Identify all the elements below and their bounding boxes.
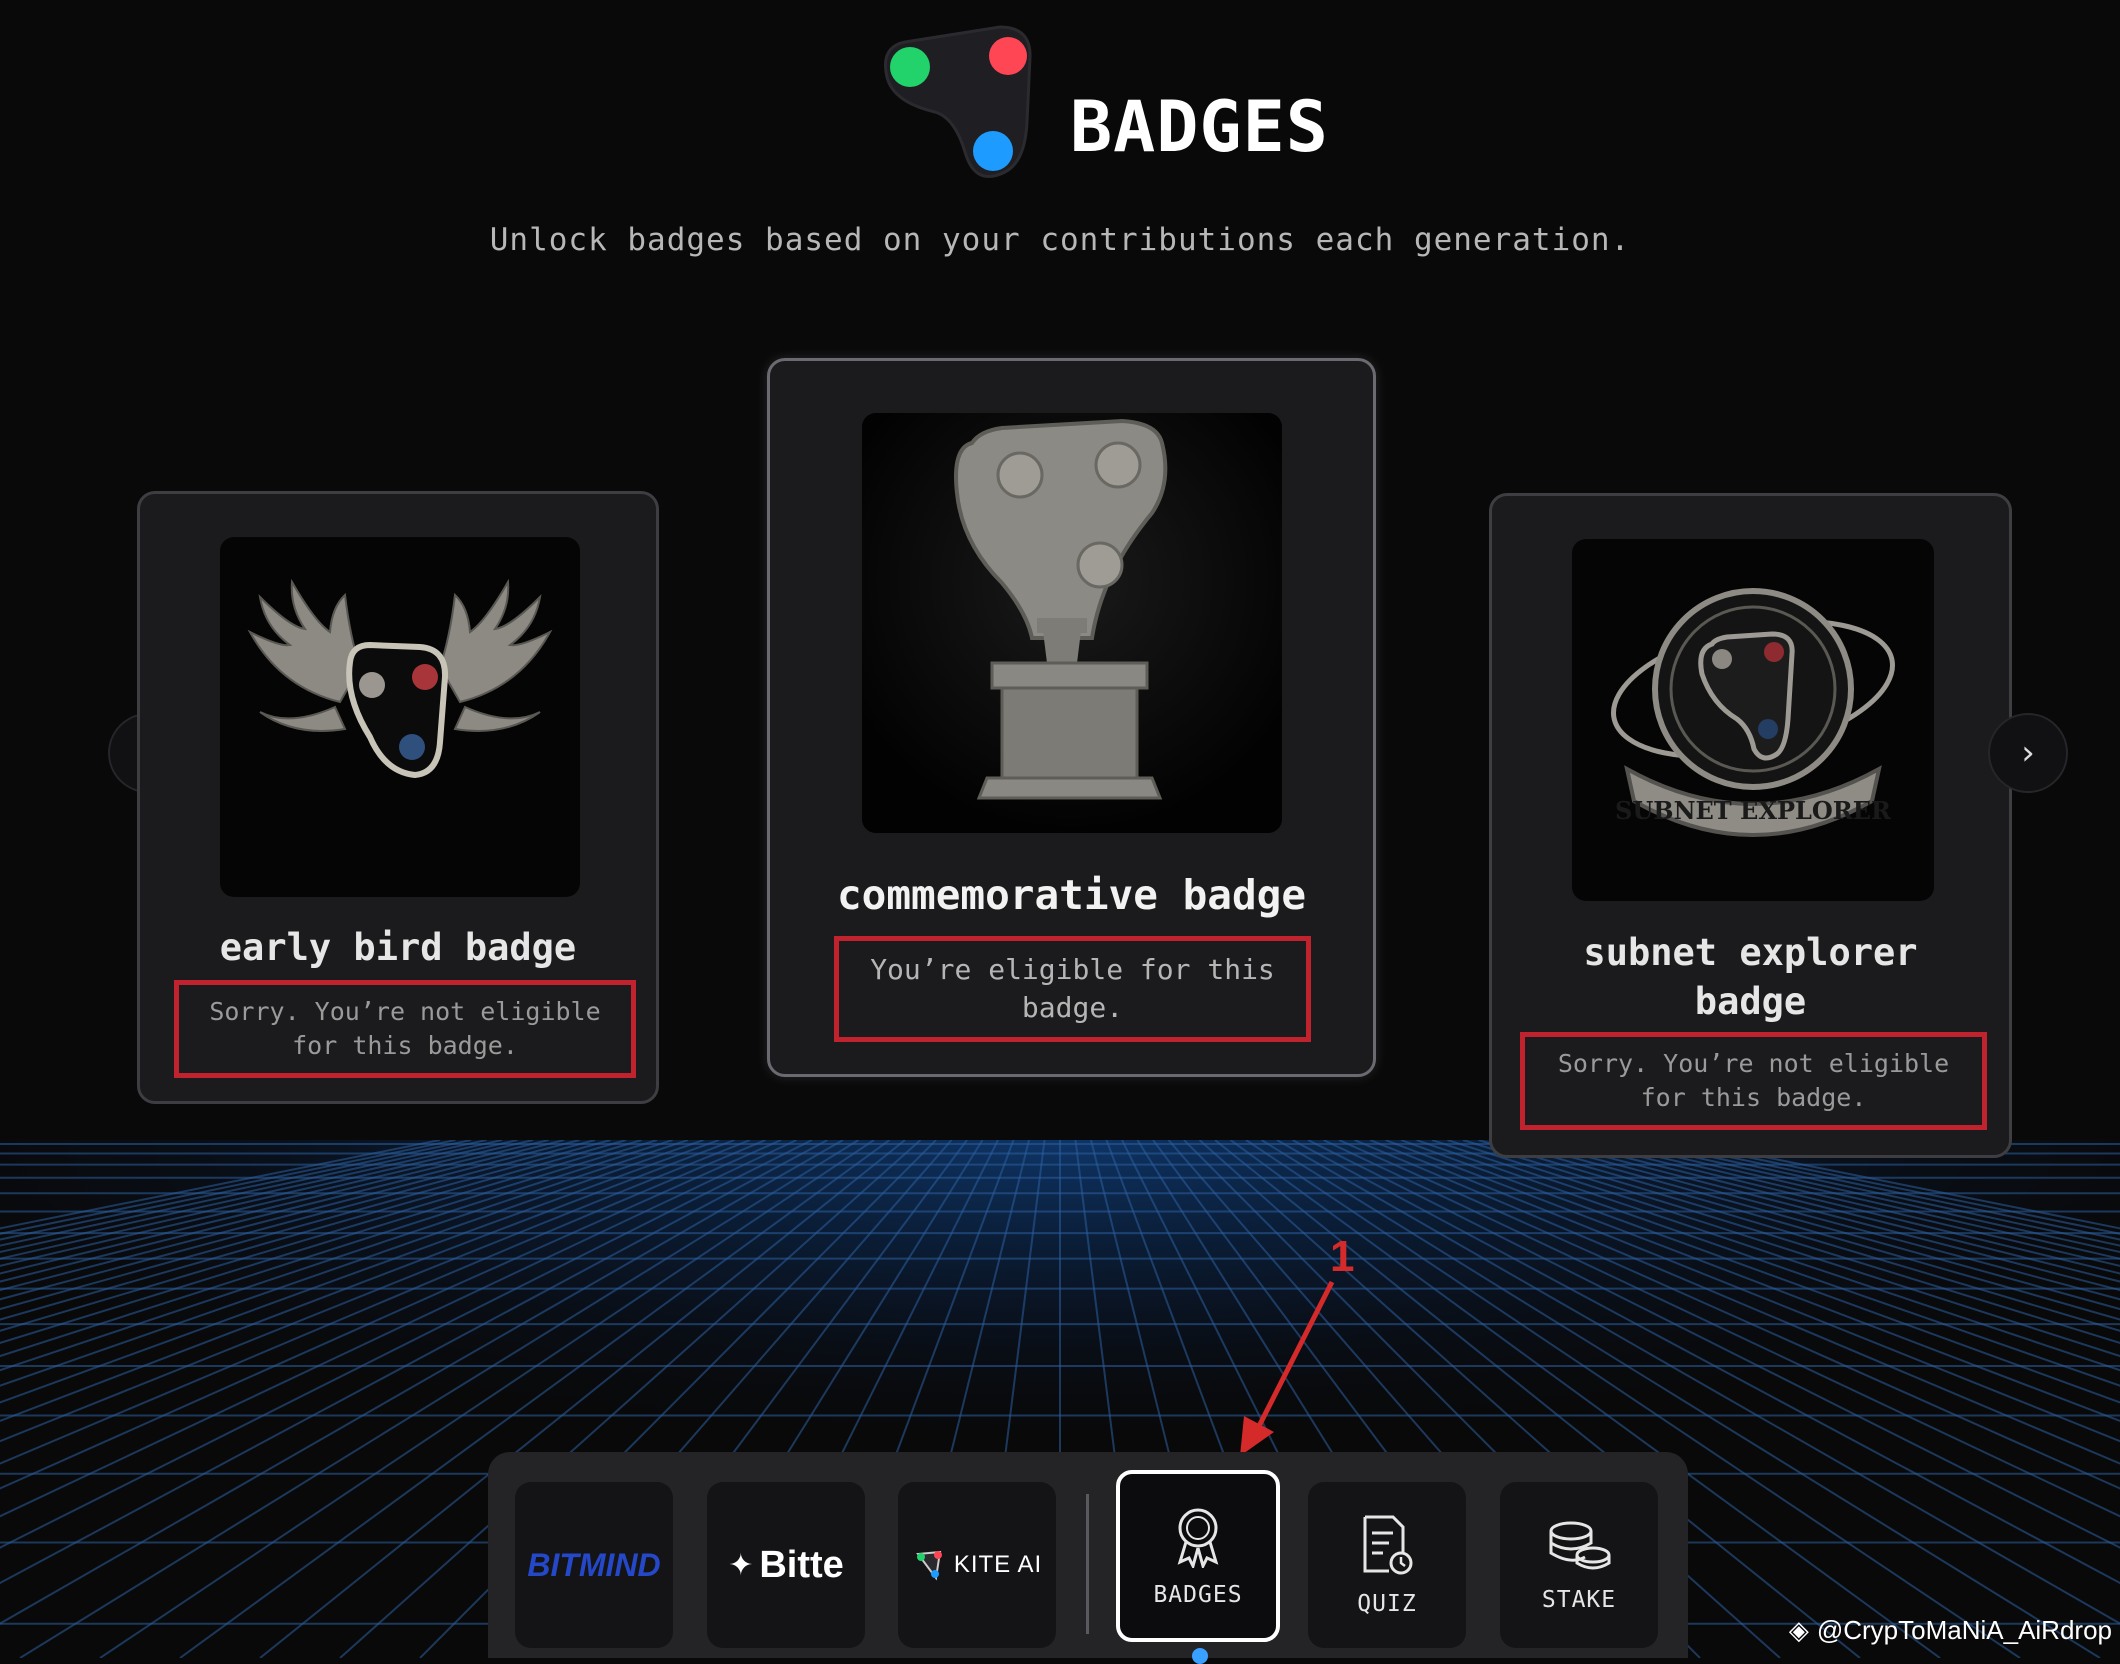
badge-card-subnet-explorer[interactable]: SUBNET EXPLORER subnet explorer badge So… — [1489, 493, 2012, 1158]
winged-badge-icon — [220, 537, 580, 897]
dock-item-badges[interactable]: BADGES — [1116, 1470, 1280, 1642]
page-subtitle: Unlock badges based on your contribution… — [0, 222, 2120, 258]
eligibility-message: You’re eligible for this badge. — [834, 936, 1311, 1042]
subnet-explorer-emblem-icon: SUBNET EXPLORER — [1572, 539, 1934, 901]
carousel-next-button[interactable]: › — [1988, 713, 2068, 793]
emblem-text: SUBNET EXPLORER — [1615, 796, 1892, 825]
active-indicator-dot — [1192, 1648, 1208, 1664]
dock-item-stake[interactable]: STAKE — [1500, 1482, 1658, 1648]
watermark: ◈ @CrypToMaNiA_AiRdrop — [1789, 1615, 2112, 1646]
tri-dot-logo-icon — [875, 22, 1045, 187]
bottom-dock: BITMIND ✦ Bitte KITE AI BADGES — [488, 1452, 1688, 1658]
badge-card-early-bird[interactable]: early bird badge Sorry. You’re not eligi… — [137, 491, 659, 1104]
annotation-arrow-icon — [1230, 1270, 1350, 1460]
dock-item-kite-ai[interactable]: KITE AI — [898, 1482, 1056, 1648]
watermark-text: @CrypToMaNiA_AiRdrop — [1817, 1615, 2112, 1646]
kite-ai-logo: KITE AI — [954, 1551, 1042, 1579]
bitte-logo: Bitte — [759, 1544, 843, 1587]
red-dot — [989, 37, 1027, 75]
page-title: BADGES — [1070, 86, 1329, 168]
eligibility-message: Sorry. You’re not eligible for this badg… — [1520, 1032, 1987, 1130]
ribbon-badge-icon — [1171, 1504, 1225, 1568]
diamond-logo-icon: ◈ — [1789, 1616, 1809, 1646]
dock-divider — [1086, 1494, 1089, 1634]
badge-title: subnet explorer badge — [1492, 928, 2009, 1026]
dock-label: BADGES — [1153, 1582, 1242, 1608]
stone-statue-icon — [862, 413, 1282, 833]
dock-item-quiz[interactable]: QUIZ — [1308, 1482, 1466, 1648]
dock-item-bitmind[interactable]: BITMIND — [515, 1482, 673, 1648]
green-dot — [890, 47, 930, 87]
dock-label: QUIZ — [1357, 1591, 1416, 1617]
bitmind-logo: BITMIND — [527, 1547, 660, 1584]
coin-stack-icon — [1545, 1517, 1613, 1573]
badge-title: early bird badge — [140, 926, 656, 969]
quiz-document-icon — [1359, 1513, 1415, 1577]
dock-item-bitte[interactable]: ✦ Bitte — [707, 1482, 865, 1648]
eligibility-message: Sorry. You’re not eligible for this badg… — [174, 980, 636, 1078]
page-header: BADGES — [0, 22, 2120, 192]
badge-title: commemorative badge — [770, 871, 1373, 919]
kite-logo-icon — [912, 1548, 946, 1582]
chevron-right-icon: › — [2021, 733, 2035, 773]
blue-dot — [973, 131, 1013, 171]
sparkle-icon: ✦ — [728, 1548, 753, 1583]
dock-label: STAKE — [1542, 1587, 1616, 1613]
badge-card-commemorative[interactable]: commemorative badge You’re eligible for … — [767, 358, 1376, 1077]
